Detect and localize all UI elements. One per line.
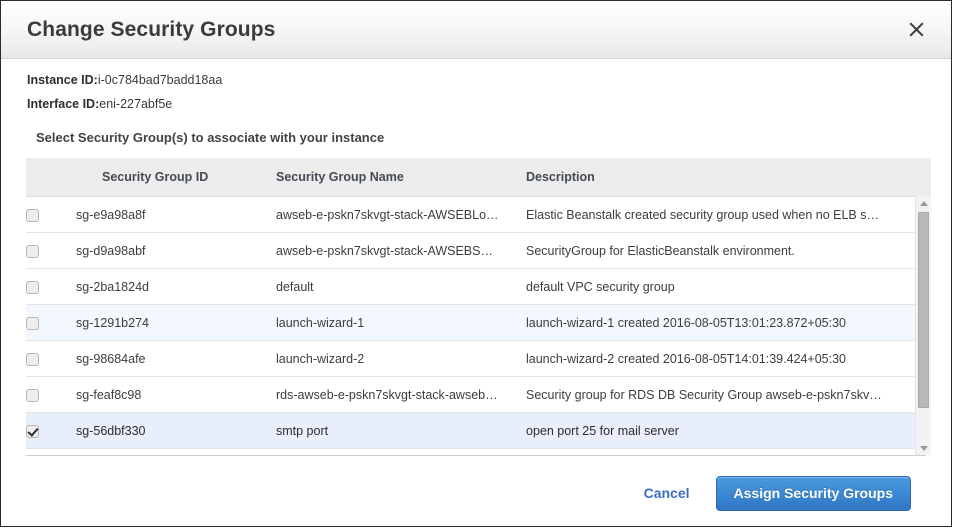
cell-description: Security group for RDS DB Security Group… bbox=[526, 376, 931, 413]
row-checkbox-cell[interactable] bbox=[26, 196, 76, 233]
page-title: Change Security Groups bbox=[27, 17, 276, 41]
cell-description: launch-wizard-1 created 2016-08-05T13:01… bbox=[526, 304, 931, 341]
table-header-row: Security Group ID Security Group Name De… bbox=[26, 158, 931, 197]
chevron-up-icon[interactable] bbox=[916, 196, 931, 210]
column-header-security-group-name: Security Group Name bbox=[276, 158, 526, 197]
column-header-security-group-id: Security Group ID bbox=[76, 158, 276, 197]
cell-security-group-name: awseb-e-pskn7skvgt-stack-AWSEBS… bbox=[276, 232, 526, 269]
cell-security-group-id: sg-e9a98a8f bbox=[76, 196, 276, 233]
interface-id-line: Interface ID:eni-227abf5e bbox=[27, 87, 951, 111]
cancel-button[interactable]: Cancel bbox=[644, 485, 690, 501]
cell-description: SecurityGroup for ElasticBeanstalk envir… bbox=[526, 232, 931, 269]
interface-id-label: Interface ID: bbox=[27, 96, 100, 111]
table-header: Security Group ID Security Group Name De… bbox=[26, 158, 931, 197]
cell-security-group-id: sg-d9a98abf bbox=[76, 232, 276, 269]
security-groups-table-container: Security Group ID Security Group Name De… bbox=[26, 158, 931, 455]
close-icon[interactable] bbox=[903, 17, 929, 43]
cell-description: Elastic Beanstalk created security group… bbox=[526, 196, 931, 233]
row-checkbox[interactable] bbox=[26, 352, 39, 366]
assign-security-groups-button[interactable]: Assign Security Groups bbox=[715, 475, 911, 511]
dialog-body: Instance ID:i-0c784bad7badd18aa Interfac… bbox=[1, 59, 951, 526]
table-row[interactable]: sg-56dbf330 smtp port open port 25 for mai… bbox=[26, 412, 931, 449]
cell-security-group-id: sg-98684afe bbox=[76, 340, 276, 377]
cell-description: default VPC security group bbox=[526, 268, 931, 305]
cell-security-group-name: launch-wizard-1 bbox=[276, 304, 526, 341]
table-row[interactable]: sg-d9a98abf awseb-e-pskn7skvgt-stack-AWSE… bbox=[26, 232, 931, 269]
row-checkbox-cell[interactable] bbox=[26, 232, 76, 269]
table-row[interactable]: sg-feaf8c98 rds-awseb-e-pskn7skvgt-stack-… bbox=[26, 376, 931, 413]
security-groups-table: Security Group ID Security Group Name De… bbox=[26, 158, 931, 449]
cell-security-group-id: sg-2ba1824d bbox=[76, 268, 276, 305]
row-checkbox-cell[interactable] bbox=[26, 376, 76, 413]
row-checkbox[interactable] bbox=[26, 208, 39, 222]
change-security-groups-dialog: Change Security Groups Instance ID:i-0c7… bbox=[0, 0, 952, 527]
table-row[interactable]: sg-1291b274 launch-wizard-1 launch-wizard-… bbox=[26, 304, 931, 341]
section-instruction-label: Select Security Group(s) to associate wi… bbox=[36, 130, 385, 145]
cell-security-group-name: smtp port bbox=[276, 412, 526, 449]
dialog-footer: Cancel Assign Security Groups bbox=[1, 462, 951, 524]
dialog-titlebar: Change Security Groups bbox=[1, 1, 951, 59]
footer-divider bbox=[26, 455, 926, 456]
row-checkbox-cell[interactable] bbox=[26, 340, 76, 377]
cell-security-group-name: rds-awseb-e-pskn7skvgt-stack-awseb… bbox=[276, 376, 526, 413]
row-checkbox-cell[interactable] bbox=[26, 268, 76, 305]
row-checkbox[interactable] bbox=[26, 424, 39, 438]
row-checkbox-cell[interactable] bbox=[26, 304, 76, 341]
row-checkbox-cell[interactable] bbox=[26, 412, 76, 449]
cell-security-group-id: sg-1291b274 bbox=[76, 304, 276, 341]
table-row[interactable]: sg-2ba1824d default default VPC security g… bbox=[26, 268, 931, 305]
row-checkbox[interactable] bbox=[26, 316, 39, 330]
instance-id-value: i-0c784bad7badd18aa bbox=[97, 73, 223, 87]
row-checkbox[interactable] bbox=[26, 388, 39, 402]
instance-id-label: Instance ID: bbox=[27, 73, 98, 87]
row-checkbox[interactable] bbox=[26, 280, 39, 294]
column-header-select bbox=[26, 158, 76, 197]
column-header-description: Description bbox=[526, 158, 931, 197]
table-row[interactable]: sg-e9a98a8f awseb-e-pskn7skvgt-stack-AWSE… bbox=[26, 196, 931, 233]
scrollbar-thumb[interactable] bbox=[918, 212, 929, 408]
table-row[interactable]: sg-98684afe launch-wizard-2 launch-wizard-… bbox=[26, 340, 931, 377]
chevron-down-icon[interactable] bbox=[916, 441, 931, 455]
table-scrollbar[interactable] bbox=[915, 196, 931, 455]
cell-security-group-name: launch-wizard-2 bbox=[276, 340, 526, 377]
cell-security-group-name: awseb-e-pskn7skvgt-stack-AWSEBLo… bbox=[276, 196, 526, 233]
interface-id-value: eni-227abf5e bbox=[99, 96, 173, 111]
cell-description: launch-wizard-2 created 2016-08-05T14:01… bbox=[526, 340, 931, 377]
cell-security-group-id: sg-feaf8c98 bbox=[76, 376, 276, 413]
table-body: sg-e9a98a8f awseb-e-pskn7skvgt-stack-AWSE… bbox=[26, 196, 931, 449]
row-checkbox[interactable] bbox=[26, 244, 39, 258]
cell-security-group-name: default bbox=[276, 268, 526, 305]
instance-id-line: Instance ID:i-0c784bad7badd18aa bbox=[27, 59, 951, 87]
cell-security-group-id: sg-56dbf330 bbox=[76, 412, 276, 449]
cell-description: open port 25 for mail server bbox=[526, 412, 931, 449]
